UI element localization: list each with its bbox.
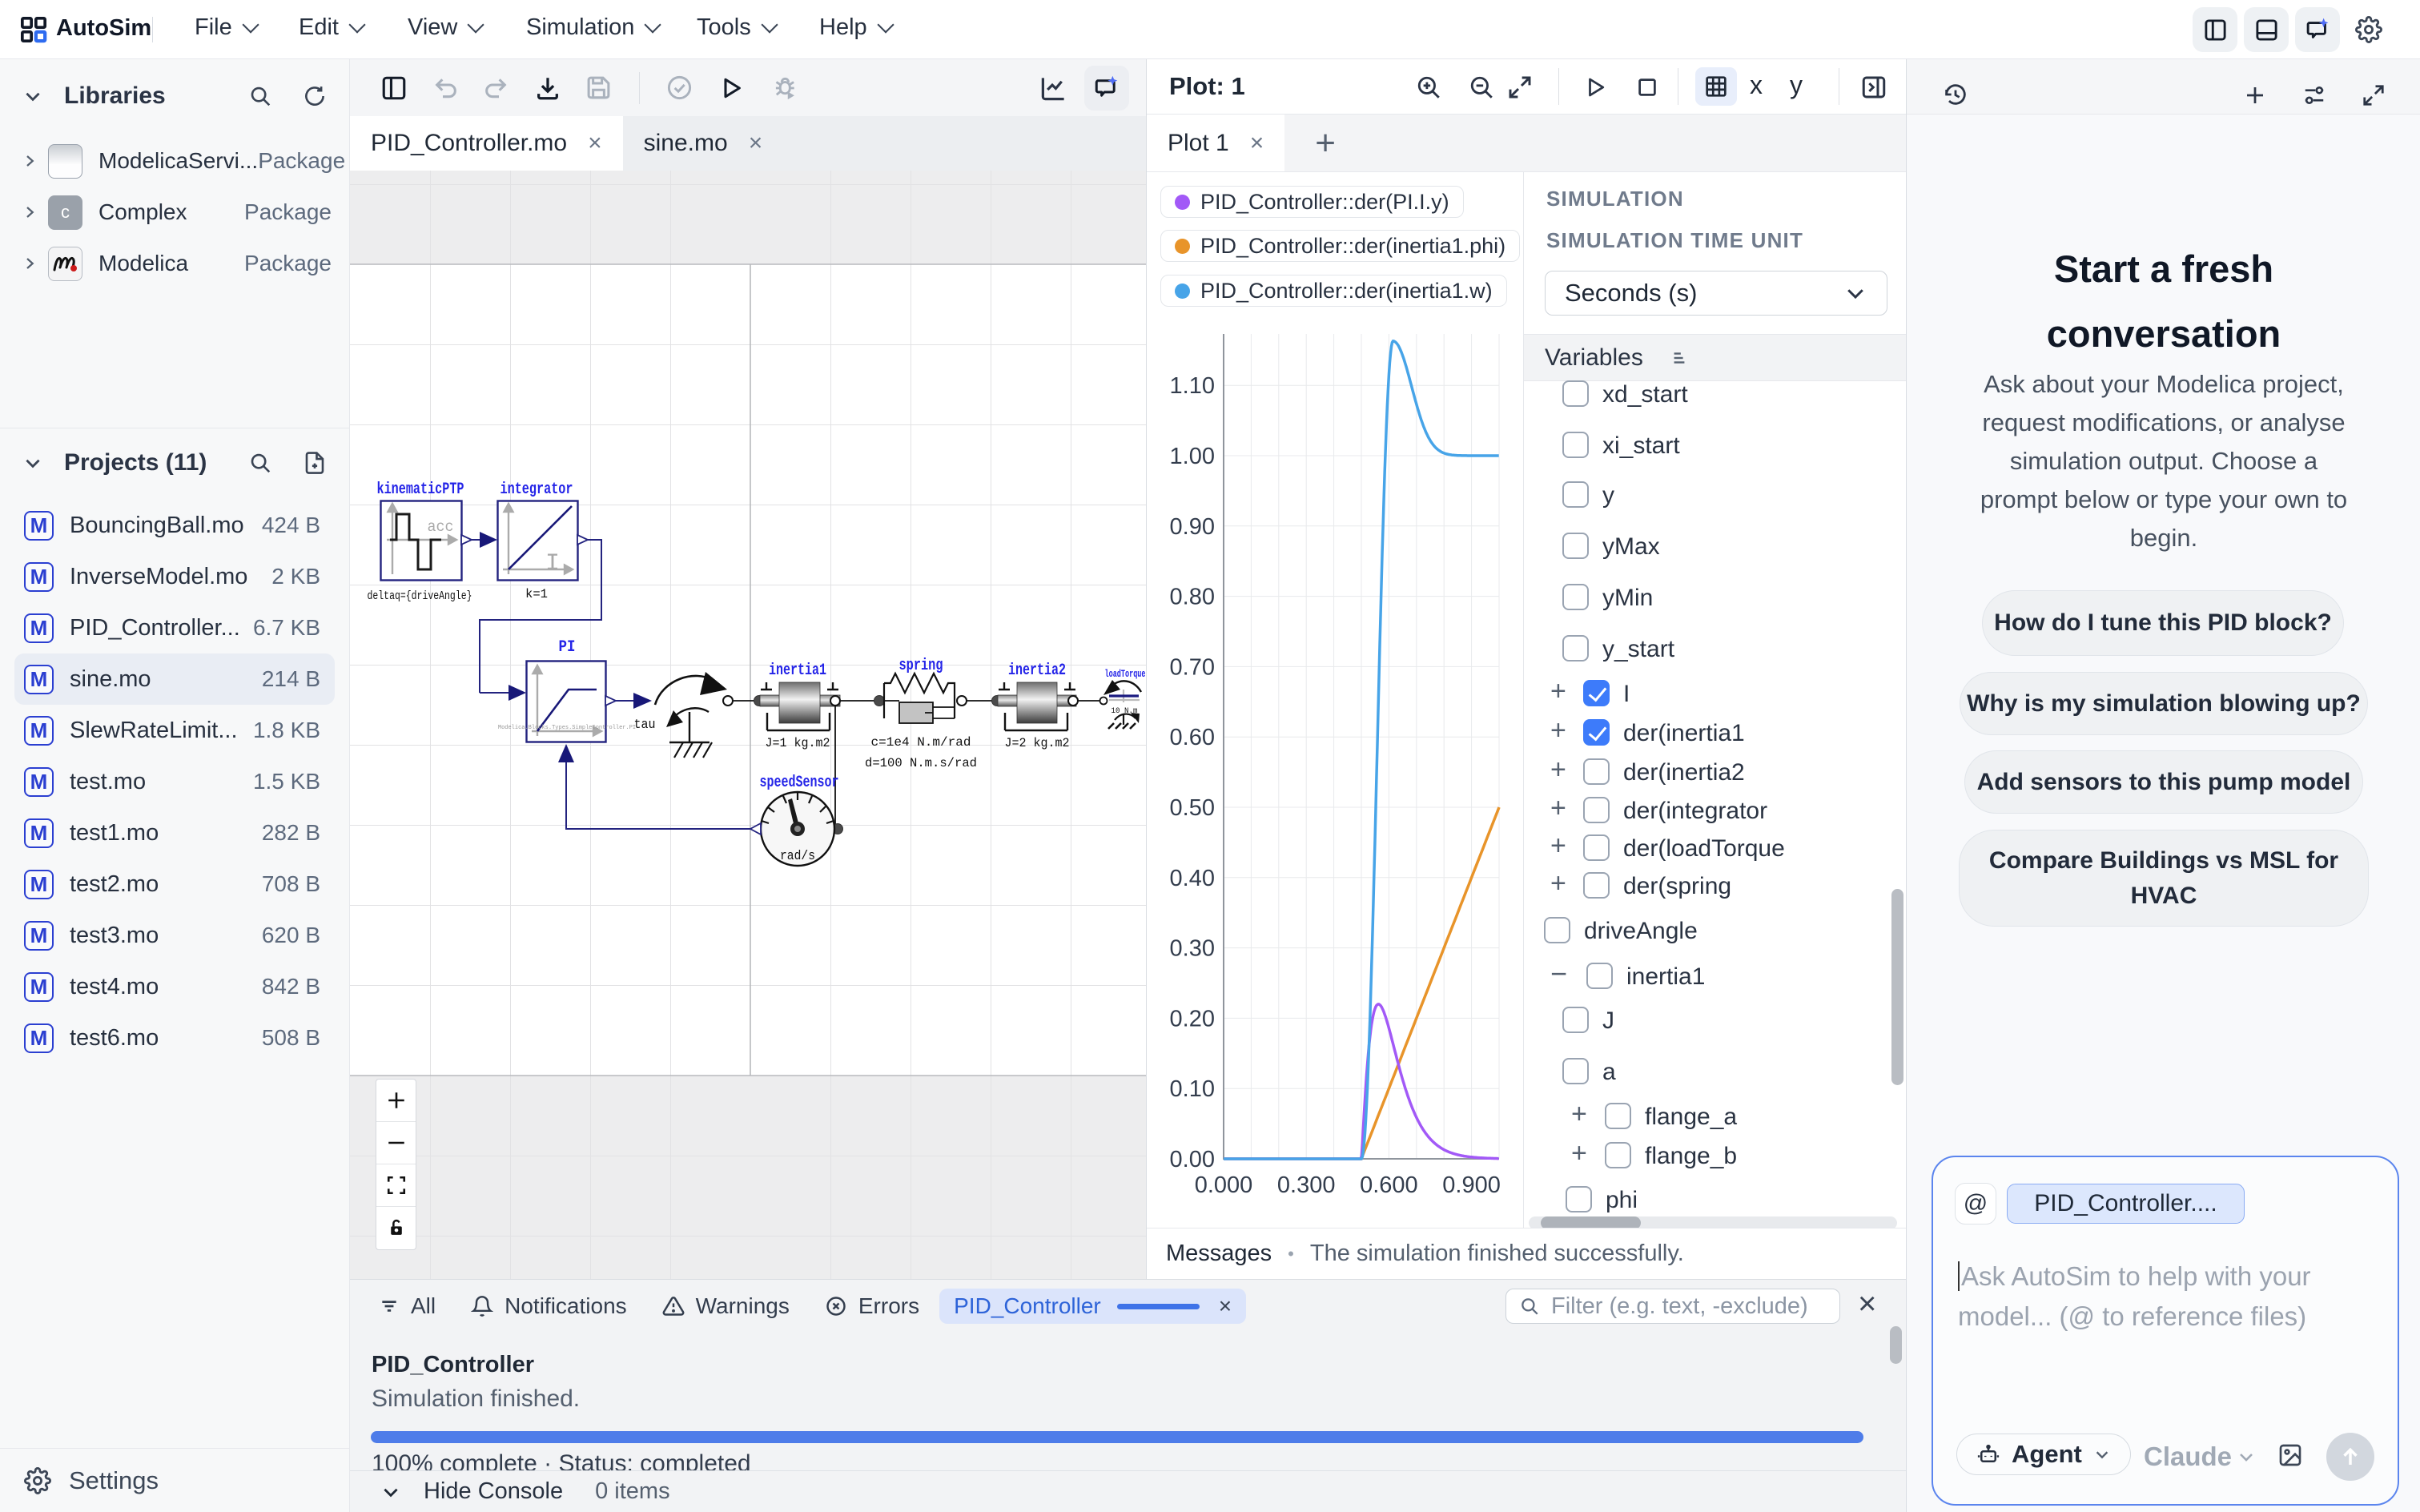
svg-text:J=1 kg.m2: J=1 kg.m2 — [766, 736, 830, 750]
svg-text:0.900: 0.900 — [1442, 1172, 1501, 1198]
svg-text:1.00: 1.00 — [1170, 444, 1215, 469]
svg-text:0.60: 0.60 — [1170, 725, 1215, 750]
svg-text:inertia1: inertia1 — [769, 662, 826, 680]
svg-text:0.90: 0.90 — [1170, 514, 1215, 540]
svg-text:0.70: 0.70 — [1170, 654, 1215, 680]
svg-text:1.10: 1.10 — [1170, 373, 1215, 399]
svg-text:tau: tau — [634, 718, 656, 733]
svg-text:0.80: 0.80 — [1170, 585, 1215, 610]
svg-text:inertia2: inertia2 — [1008, 662, 1066, 680]
svg-text:acc: acc — [428, 518, 454, 536]
svg-text:c=1e4 N.m/rad: c=1e4 N.m/rad — [871, 735, 971, 750]
svg-text:0.000: 0.000 — [1195, 1172, 1253, 1198]
svg-text:0.10: 0.10 — [1170, 1076, 1215, 1102]
svg-text:rad/s: rad/s — [780, 849, 815, 864]
svg-text:speedSensor: speedSensor — [760, 774, 839, 792]
svg-text:loadTorque: loadTorque — [1105, 668, 1146, 680]
svg-text:deltaq={driveAngle}: deltaq={driveAngle} — [368, 589, 472, 603]
svg-text:0.40: 0.40 — [1170, 866, 1215, 891]
svg-text:PI: PI — [559, 638, 576, 657]
svg-text:0.00: 0.00 — [1170, 1147, 1215, 1172]
svg-text:kinematicPTP: kinematicPTP — [377, 481, 464, 499]
svg-text:0.600: 0.600 — [1360, 1172, 1418, 1198]
svg-text:0.50: 0.50 — [1170, 795, 1215, 821]
svg-text:0.30: 0.30 — [1170, 936, 1215, 962]
svg-text:spring: spring — [899, 657, 943, 675]
svg-text:Modelica.Blocks.Types.SimpleCo: Modelica.Blocks.Types.SimpleController.P… — [498, 725, 636, 731]
svg-text:d=100 N.m.s/rad: d=100 N.m.s/rad — [865, 756, 977, 770]
svg-text:0.300: 0.300 — [1277, 1172, 1336, 1198]
svg-text:I: I — [545, 550, 560, 577]
svg-text:J=2 kg.m2: J=2 kg.m2 — [1005, 736, 1070, 750]
svg-text:k=1: k=1 — [525, 587, 548, 601]
svg-text:0.20: 0.20 — [1170, 1006, 1215, 1031]
svg-text:integrator: integrator — [500, 481, 573, 499]
